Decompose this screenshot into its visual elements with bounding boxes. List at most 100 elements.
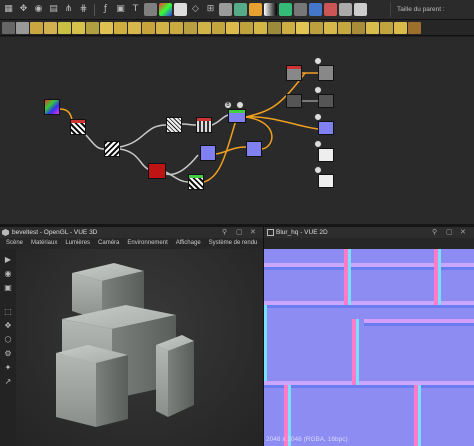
pin-icon[interactable]: ⚲: [222, 227, 227, 238]
noise-node[interactable]: [104, 141, 120, 157]
node-chip-icon[interactable]: [170, 21, 183, 34]
hsl-icon[interactable]: [279, 3, 292, 16]
pattern-node[interactable]: [196, 117, 212, 133]
node-chip-icon[interactable]: [142, 21, 155, 34]
float-icon[interactable]: ▢: [446, 227, 453, 238]
view-2d-toolbar: [264, 238, 474, 249]
normal-node[interactable]: [200, 145, 216, 161]
tree-icon[interactable]: ⋔: [62, 3, 75, 16]
color-input-node[interactable]: [44, 99, 60, 115]
warp-icon[interactable]: [324, 3, 337, 16]
node-chip-icon[interactable]: [212, 21, 225, 34]
cube-view-icon[interactable]: ⬡: [3, 335, 13, 345]
node-chip-icon[interactable]: [100, 21, 113, 34]
menu-scene[interactable]: Scène: [6, 238, 23, 249]
node-chip-icon[interactable]: [16, 21, 29, 34]
color-icon[interactable]: [159, 3, 172, 16]
node-chip-icon[interactable]: [310, 21, 323, 34]
node-chip-icon[interactable]: [86, 21, 99, 34]
gradient-node[interactable]: [188, 174, 204, 190]
grid-icon[interactable]: ▦: [2, 3, 15, 16]
contrast-icon[interactable]: [264, 3, 277, 16]
viewport-3d[interactable]: [16, 249, 263, 446]
node-chip-icon[interactable]: [324, 21, 337, 34]
levels-icon[interactable]: [249, 3, 262, 16]
output-node[interactable]: [286, 65, 302, 81]
node-chip-icon[interactable]: [366, 21, 379, 34]
node-chip-icon[interactable]: [226, 21, 239, 34]
menu-display[interactable]: Affichage: [176, 238, 201, 249]
node-chip-icon[interactable]: [58, 21, 71, 34]
noise-node[interactable]: [166, 117, 182, 133]
normal-node[interactable]: [228, 109, 246, 123]
gear-icon[interactable]: ⚙: [3, 349, 13, 359]
viewport-2d[interactable]: 2048 x 2048 (RGBA, 16bpc): [264, 249, 474, 446]
uniform-color-node[interactable]: [148, 163, 166, 179]
pixel-processor-icon[interactable]: ◇: [189, 3, 202, 16]
fx-map-icon[interactable]: ⊞: [204, 3, 217, 16]
camera-icon[interactable]: ◉: [32, 3, 45, 16]
node-chip-icon[interactable]: [114, 21, 127, 34]
normal-icon[interactable]: [309, 3, 322, 16]
close-icon[interactable]: ✕: [460, 227, 466, 238]
menu-renderer[interactable]: Système de rendu: [209, 238, 258, 249]
video-icon[interactable]: ▶: [3, 255, 13, 265]
move-icon[interactable]: ✥: [17, 3, 30, 16]
node-chip-icon[interactable]: [338, 21, 351, 34]
node-chip-icon[interactable]: [2, 21, 15, 34]
node-chip-icon[interactable]: [128, 21, 141, 34]
node-chip-icon[interactable]: [380, 21, 393, 34]
menu-lights[interactable]: Lumières: [65, 238, 90, 249]
screenshot-icon[interactable]: ▣: [3, 283, 13, 293]
transform-icon[interactable]: ✥: [3, 321, 13, 331]
output-node[interactable]: [318, 121, 334, 135]
menu-camera[interactable]: Caméra: [98, 238, 119, 249]
grayscale-icon[interactable]: [144, 3, 157, 16]
node-graph[interactable]: B: [0, 37, 474, 224]
node-chip-icon[interactable]: [268, 21, 281, 34]
output-node[interactable]: [318, 148, 334, 162]
node-chip-icon[interactable]: [44, 21, 57, 34]
node-chip-icon[interactable]: [352, 21, 365, 34]
expose-dot-icon[interactable]: [236, 101, 244, 109]
output-node[interactable]: [318, 94, 334, 108]
bitmap-icon[interactable]: ▣: [114, 3, 127, 16]
node-chip-icon[interactable]: [156, 21, 169, 34]
node-chip-icon[interactable]: [408, 21, 421, 34]
float-icon[interactable]: ▢: [236, 227, 243, 238]
node-chip-icon[interactable]: [254, 21, 267, 34]
gradient-icon[interactable]: [219, 3, 232, 16]
node-chip-icon[interactable]: [282, 21, 295, 34]
close-icon[interactable]: ✕: [250, 227, 256, 238]
light-icon[interactable]: ✦: [3, 363, 13, 373]
output-node[interactable]: [286, 94, 302, 108]
node-chip-icon[interactable]: [394, 21, 407, 34]
node-chip-icon[interactable]: [240, 21, 253, 34]
output-node[interactable]: [318, 174, 334, 188]
menu-materials[interactable]: Matériaux: [31, 238, 57, 249]
uniform-color-icon[interactable]: [174, 3, 187, 16]
output-icon[interactable]: [354, 3, 367, 16]
select-icon[interactable]: ⬚: [3, 307, 13, 317]
parent-size-dropdown[interactable]: Taille du parent :: [390, 2, 474, 17]
curve-icon[interactable]: [234, 3, 247, 16]
node-chip-icon[interactable]: [296, 21, 309, 34]
node-chip-icon[interactable]: [30, 21, 43, 34]
noise-node[interactable]: [70, 119, 86, 135]
text-icon[interactable]: T: [129, 3, 142, 16]
blend-icon[interactable]: [294, 3, 307, 16]
function-icon[interactable]: ƒ: [99, 3, 112, 16]
output-node[interactable]: [318, 65, 334, 81]
menu-environment[interactable]: Environnement: [127, 238, 167, 249]
layout-icon[interactable]: ▤: [47, 3, 60, 16]
normal-node[interactable]: [246, 141, 262, 157]
node-chip-icon[interactable]: [184, 21, 197, 34]
blur-icon[interactable]: [339, 3, 352, 16]
tree-alt-icon[interactable]: ⋕: [77, 3, 90, 16]
node-chip-icon[interactable]: [72, 21, 85, 34]
pin-icon[interactable]: ⚲: [432, 227, 437, 238]
axis-icon[interactable]: ↗: [3, 377, 13, 387]
expose-dot-icon[interactable]: B: [224, 101, 232, 109]
camera-icon[interactable]: ◉: [3, 269, 13, 279]
node-chip-icon[interactable]: [198, 21, 211, 34]
